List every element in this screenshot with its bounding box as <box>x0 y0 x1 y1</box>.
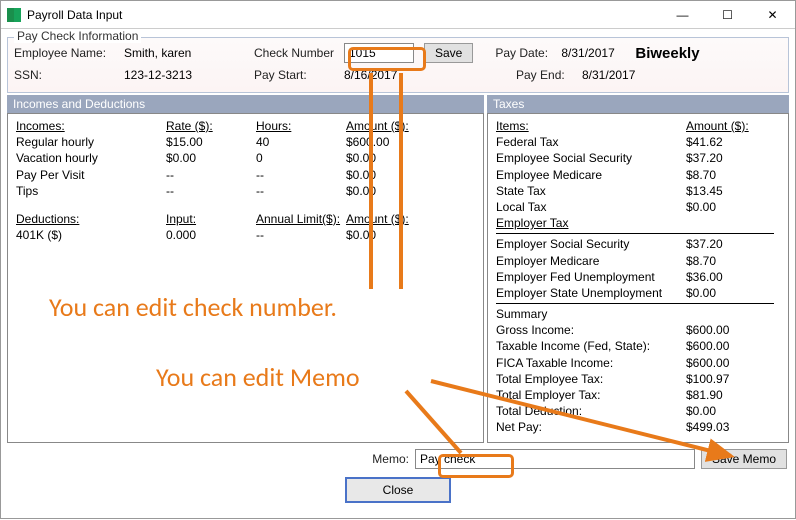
deductions-col-name: Deductions: <box>16 211 166 227</box>
taxes-table: Items: Amount ($): Federal Tax$41.62 Emp… <box>496 118 780 436</box>
maximize-button[interactable]: ☐ <box>705 1 750 29</box>
incomes-col-rate: Rate ($): <box>166 118 256 134</box>
table-row: Tips----$0.00 <box>16 183 475 199</box>
save-memo-button[interactable]: Save Memo <box>701 449 787 469</box>
table-row: 401K ($)0.000--$0.00 <box>16 227 475 243</box>
deductions-table: Deductions: Input: Annual Limit($): Amou… <box>16 211 475 243</box>
incomes-col-hours: Hours: <box>256 118 346 134</box>
table-row: Federal Tax$41.62 <box>496 134 780 150</box>
save-check-button[interactable]: Save <box>424 43 473 63</box>
incomes-deductions-header: Incomes and Deductions <box>7 95 484 113</box>
group-title: Pay Check Information <box>14 29 141 43</box>
ssn-value: 123-12-3213 <box>124 68 254 82</box>
minimize-button[interactable]: — <box>660 1 705 29</box>
pay-start-value: 8/16/2017 <box>344 68 516 82</box>
table-row: Employer Fed Unemployment$36.00 <box>496 269 780 285</box>
employer-tax-header: Employer Tax <box>496 215 780 231</box>
paycheck-info-group: Pay Check Information Employee Name: Smi… <box>7 37 789 93</box>
deductions-col-amount: Amount ($): <box>346 211 475 227</box>
taxes-header: Taxes <box>487 95 789 113</box>
close-button[interactable]: Close <box>345 477 452 503</box>
close-window-button[interactable]: ✕ <box>750 1 795 29</box>
check-number-label: Check Number <box>254 46 344 60</box>
taxes-col-amount: Amount ($): <box>686 118 780 134</box>
pay-date-value: 8/31/2017 <box>561 46 635 60</box>
table-row: Total Employee Tax:$100.97 <box>496 371 780 387</box>
table-row: Total Deduction:$0.00 <box>496 403 780 419</box>
table-row: Net Pay:$499.03 <box>496 419 780 435</box>
incomes-col-amount: Amount ($): <box>346 118 475 134</box>
taxes-col-item: Items: <box>496 118 686 134</box>
table-row: State Tax$13.45 <box>496 183 780 199</box>
memo-label: Memo: <box>372 452 409 466</box>
table-row: FICA Taxable Income:$600.00 <box>496 355 780 371</box>
pay-start-label: Pay Start: <box>254 68 344 82</box>
table-row: Pay Per Visit----$0.00 <box>16 167 475 183</box>
window-title: Payroll Data Input <box>27 8 122 22</box>
table-row: Employer State Unemployment$0.00 <box>496 285 780 301</box>
table-row: Employer Social Security$37.20 <box>496 236 780 252</box>
summary-header: Summary <box>496 306 780 322</box>
table-row: Total Employer Tax:$81.90 <box>496 387 780 403</box>
app-icon <box>7 8 21 22</box>
pay-end-value: 8/31/2017 <box>582 68 635 82</box>
incomes-deductions-panel: Incomes: Rate ($): Hours: Amount ($): Re… <box>7 113 484 443</box>
check-number-input[interactable] <box>344 43 414 63</box>
incomes-table: Incomes: Rate ($): Hours: Amount ($): Re… <box>16 118 475 199</box>
table-row: Gross Income:$600.00 <box>496 322 780 338</box>
employee-name-value: Smith, karen <box>124 46 254 60</box>
titlebar: Payroll Data Input — ☐ ✕ <box>1 1 795 29</box>
memo-input[interactable] <box>415 449 695 469</box>
ssn-label: SSN: <box>14 68 124 82</box>
deductions-col-input: Input: <box>166 211 256 227</box>
incomes-col-name: Incomes: <box>16 118 166 134</box>
pay-date-label: Pay Date: <box>495 46 561 60</box>
table-row: Employee Medicare$8.70 <box>496 167 780 183</box>
table-row: Employee Social Security$37.20 <box>496 150 780 166</box>
taxes-panel: Items: Amount ($): Federal Tax$41.62 Emp… <box>487 113 789 443</box>
table-row: Vacation hourly$0.000$0.00 <box>16 150 475 166</box>
deductions-col-limit: Annual Limit($): <box>256 211 346 227</box>
table-row: Regular hourly$15.0040$600.00 <box>16 134 475 150</box>
pay-end-label: Pay End: <box>516 68 582 82</box>
table-row: Taxable Income (Fed, State):$600.00 <box>496 338 780 354</box>
employee-name-label: Employee Name: <box>14 46 124 60</box>
memo-row: Memo: Save Memo <box>1 449 787 469</box>
section-headers: Incomes and Deductions Taxes <box>7 95 789 113</box>
pay-frequency: Biweekly <box>635 45 699 62</box>
table-row: Local Tax$0.00 <box>496 199 780 215</box>
table-row: Employer Medicare$8.70 <box>496 253 780 269</box>
